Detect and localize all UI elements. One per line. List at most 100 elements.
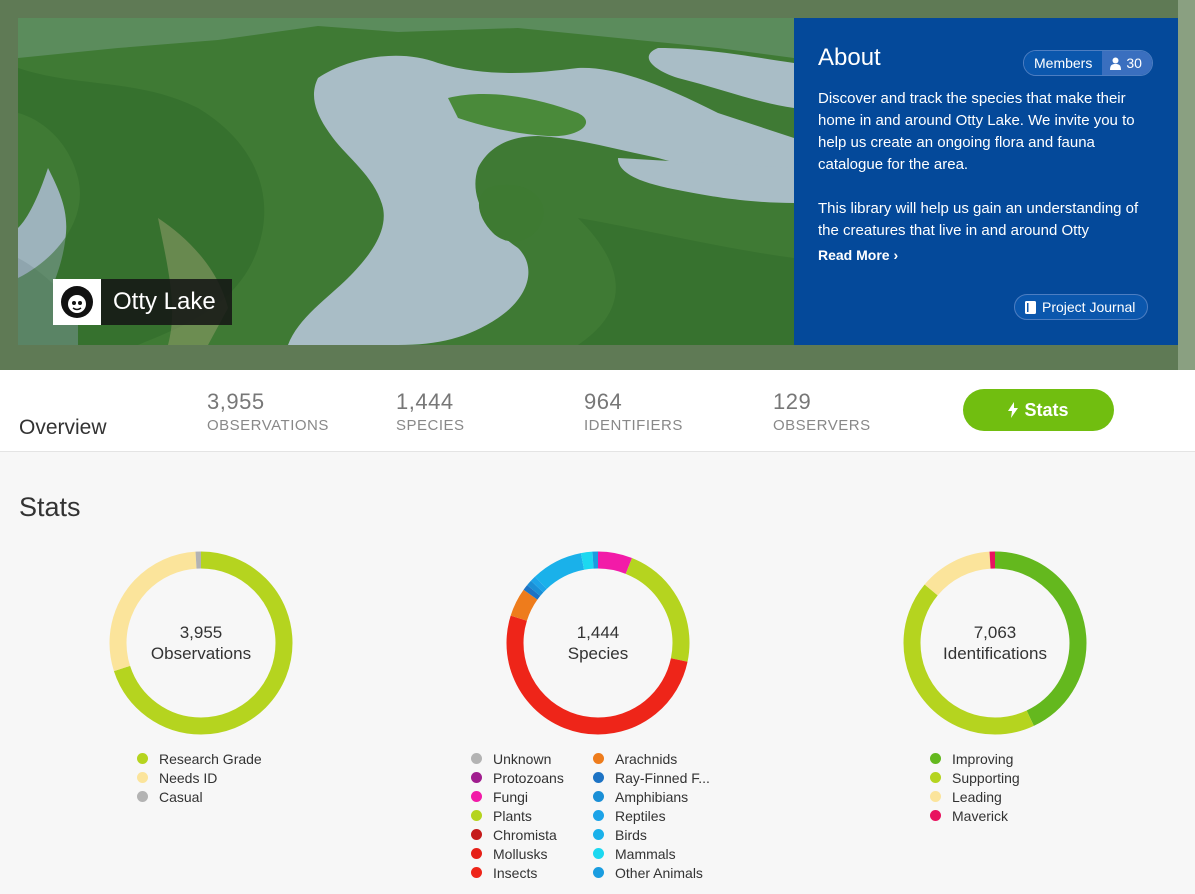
legend-label: Research Grade xyxy=(159,750,262,767)
legend-label: Protozoans xyxy=(493,769,564,786)
legend-label: Needs ID xyxy=(159,769,218,786)
project-title-badge[interactable]: Otty Lake xyxy=(53,279,232,325)
species-stat[interactable]: 1,444 SPECIES xyxy=(396,389,465,434)
legend-swatch xyxy=(471,791,482,802)
legend-item-research-grade[interactable]: Research Grade xyxy=(137,749,262,768)
legend-swatch xyxy=(593,753,604,764)
legend-swatch xyxy=(593,810,604,821)
stats-button-label: Stats xyxy=(1024,399,1069,420)
legend-item-plants[interactable]: Plants xyxy=(471,806,593,825)
about-description: Discover and track the species that make… xyxy=(818,88,1158,242)
legend-item-fungi[interactable]: Fungi xyxy=(471,787,593,806)
legend-swatch xyxy=(137,772,148,783)
project-journal-button[interactable]: Project Journal xyxy=(1014,294,1149,320)
observations-stat[interactable]: 3,955 OBSERVATIONS xyxy=(207,389,329,434)
legend-swatch xyxy=(471,772,482,783)
legend-label: Maverick xyxy=(952,807,1009,824)
legend-item-insects[interactable]: Insects xyxy=(471,863,593,882)
legend-label: Ray-Finned F... xyxy=(615,769,710,786)
legend-label: Arachnids xyxy=(615,750,678,767)
legend-swatch xyxy=(593,848,604,859)
lightning-icon xyxy=(1008,402,1019,418)
legend-label: Other Animals xyxy=(615,864,703,881)
legend-swatch xyxy=(593,829,604,840)
species-donut-total: 1,444 xyxy=(576,623,620,642)
legend-label: Improving xyxy=(952,750,1014,767)
stats-button[interactable]: Stats xyxy=(963,389,1114,431)
legend-item-mollusks[interactable]: Mollusks xyxy=(471,844,593,863)
legend-item-ray-finned-f[interactable]: Ray-Finned F... xyxy=(593,768,723,787)
legend-swatch xyxy=(137,753,148,764)
about-paragraph-2: This library will help us gain an unders… xyxy=(818,200,1139,239)
legend-label: Mollusks xyxy=(493,845,548,862)
legend-item-leading[interactable]: Leading xyxy=(930,787,1020,806)
legend-label: Unknown xyxy=(493,750,552,767)
stats-heading: Stats xyxy=(19,492,81,522)
species-donut-center: 1,444 Species xyxy=(503,548,693,738)
legend-swatch xyxy=(930,791,941,802)
legend-item-improving[interactable]: Improving xyxy=(930,749,1020,768)
legend-label: Birds xyxy=(615,826,647,843)
read-more-link[interactable]: Read More › xyxy=(818,247,898,263)
members-count-badge: 30 xyxy=(1102,51,1152,75)
legend-label: Amphibians xyxy=(615,788,689,805)
observations-legend: Research Grade Needs ID Casual xyxy=(137,749,262,806)
about-panel: About Members 30 Discover and track the … xyxy=(794,18,1178,345)
legend-item-birds[interactable]: Birds xyxy=(593,825,723,844)
overview-tab[interactable]: Overview xyxy=(19,416,107,440)
legend-item-casual[interactable]: Casual xyxy=(137,787,262,806)
legend-swatch xyxy=(471,848,482,859)
legend-swatch xyxy=(137,791,148,802)
legend-item-protozoans[interactable]: Protozoans xyxy=(471,768,593,787)
legend-swatch xyxy=(471,829,482,840)
legend-label: Plants xyxy=(493,807,532,824)
about-title: About xyxy=(818,44,881,71)
legend-item-arachnids[interactable]: Arachnids xyxy=(593,749,723,768)
legend-swatch xyxy=(930,772,941,783)
user-icon xyxy=(1110,57,1122,70)
book-icon xyxy=(1025,300,1036,314)
identifications-donut-total: 7,063 xyxy=(973,623,1017,642)
identifications-donut-caption: Identifications xyxy=(943,644,1047,663)
members-label: Members xyxy=(1024,51,1103,75)
legend-swatch xyxy=(471,753,482,764)
observers-stat[interactable]: 129 OBSERVERS xyxy=(773,389,871,434)
legend-item-supporting[interactable]: Supporting xyxy=(930,768,1020,787)
legend-label: Leading xyxy=(952,788,1002,805)
legend-label: Supporting xyxy=(952,769,1020,786)
about-paragraph-1: Discover and track the species that make… xyxy=(818,90,1135,173)
legend-swatch xyxy=(593,867,604,878)
overview-bar: Overview 3,955 OBSERVATIONS 1,444 SPECIE… xyxy=(0,370,1195,452)
legend-item-maverick[interactable]: Maverick xyxy=(930,806,1020,825)
legend-label: Mammals xyxy=(615,845,676,862)
legend-item-amphibians[interactable]: Amphibians xyxy=(593,787,723,806)
legend-label: Chromista xyxy=(493,826,557,843)
observations-donut-caption: Observations xyxy=(150,644,252,663)
identifications-donut-chart: 7,063 Identifications xyxy=(900,548,1090,738)
legend-label: Insects xyxy=(493,864,538,881)
legend-item-mammals[interactable]: Mammals xyxy=(593,844,723,863)
project-logo-icon xyxy=(53,279,101,325)
legend-swatch xyxy=(593,791,604,802)
legend-item-chromista[interactable]: Chromista xyxy=(471,825,593,844)
legend-item-other-animals[interactable]: Other Animals xyxy=(593,863,723,882)
species-label: SPECIES xyxy=(396,417,465,434)
project-name: Otty Lake xyxy=(113,288,216,315)
legend-swatch xyxy=(471,810,482,821)
species-donut-chart: 1,444 Species xyxy=(503,548,693,738)
legend-item-needs-id[interactable]: Needs ID xyxy=(137,768,262,787)
legend-swatch xyxy=(593,772,604,783)
identifiers-label: IDENTIFIERS xyxy=(584,417,683,434)
read-more-label: Read More xyxy=(818,247,890,263)
project-header: Otty Lake About Members 30 Discover and … xyxy=(0,0,1195,370)
members-button[interactable]: Members 30 xyxy=(1023,50,1153,76)
legend-item-unknown[interactable]: Unknown xyxy=(471,749,593,768)
legend-swatch xyxy=(930,753,941,764)
observations-donut-center: 3,955 Observations xyxy=(106,548,296,738)
identifiers-stat[interactable]: 964 IDENTIFIERS xyxy=(584,389,683,434)
observations-donut-chart: 3,955 Observations xyxy=(106,548,296,738)
members-count: 30 xyxy=(1126,55,1142,71)
identifications-donut-center: 7,063 Identifications xyxy=(900,548,1090,738)
species-donut-caption: Species xyxy=(567,644,629,663)
legend-item-reptiles[interactable]: Reptiles xyxy=(593,806,723,825)
